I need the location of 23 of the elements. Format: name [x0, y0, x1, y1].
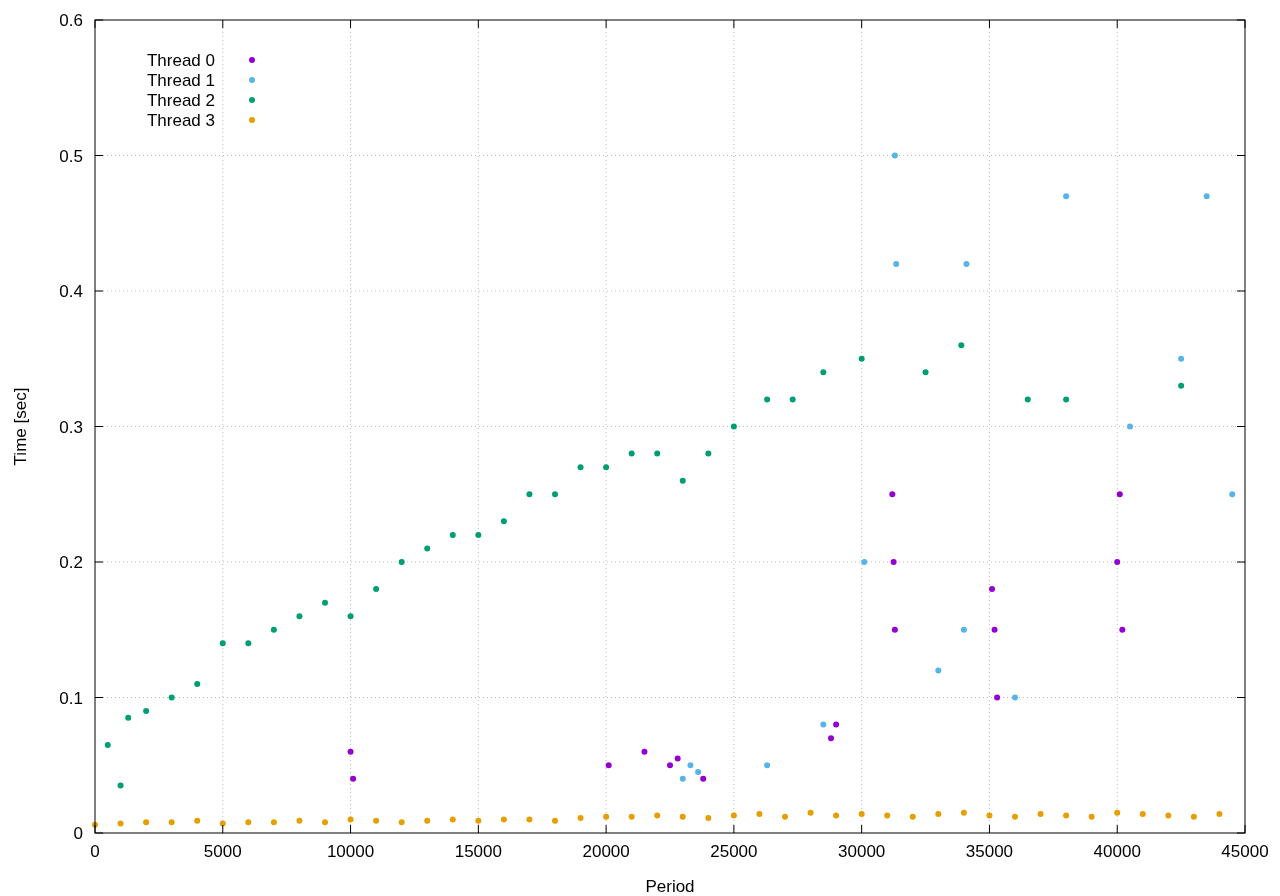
y-tick-label: 0.4 [59, 282, 83, 301]
y-tick-label: 0.2 [59, 553, 83, 572]
legend-label: Thread 0 [146, 51, 215, 70]
y-tick-label: 0.1 [59, 688, 83, 708]
x-tick-label: 20000 [582, 842, 630, 861]
y-tick-label: 0.3 [59, 417, 83, 437]
x-axis-title: Period [645, 877, 695, 896]
x-tick-label: 40000 [1093, 842, 1141, 861]
y-tick-label: 0 [73, 824, 83, 843]
x-tick-label: 0 [90, 842, 100, 861]
y-axis-title: Time [sec] [11, 387, 30, 466]
x-tick-label: 25000 [710, 842, 758, 861]
x-tick-label: 30000 [838, 842, 886, 861]
x-tick-label: 10000 [326, 842, 375, 861]
x-tick-label: 35000 [965, 842, 1014, 861]
y-tick-label: 0.5 [59, 146, 83, 166]
x-tick-label: 15000 [454, 842, 502, 861]
x-tick-label: 45000 [1221, 842, 1269, 861]
x-tick-label: 5000 [203, 842, 242, 861]
legend-label: Thread 3 [146, 111, 215, 130]
legend-label: Thread 2 [146, 91, 215, 110]
legend-label: Thread 1 [146, 71, 215, 90]
y-tick-label: 0.6 [59, 11, 83, 30]
